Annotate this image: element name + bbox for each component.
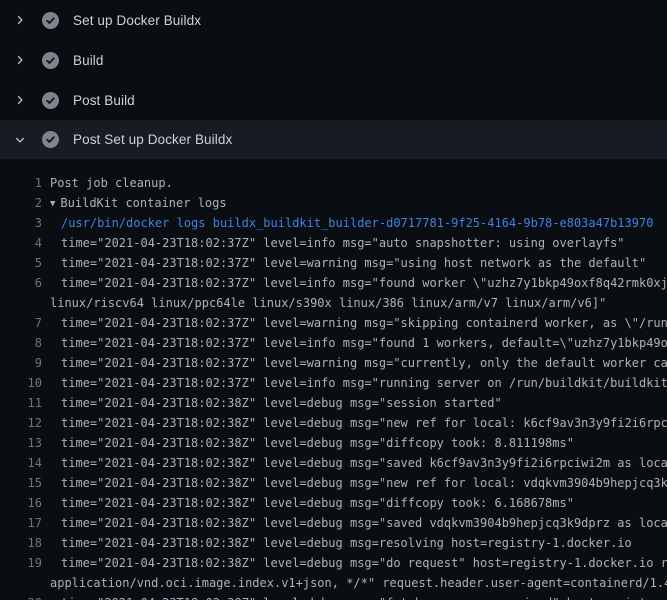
log-line: 5time="2021-04-23T18:02:37Z" level=warni…: [0, 253, 667, 273]
log-line: 7time="2021-04-23T18:02:37Z" level=warni…: [0, 313, 667, 333]
step-label: Set up Docker Buildx: [73, 13, 201, 28]
line-number[interactable]: 14: [0, 453, 42, 473]
line-number[interactable]: 9: [0, 353, 42, 373]
log-line-text: time="2021-04-23T18:02:38Z" level=debug …: [42, 513, 667, 533]
log-content: 1Post job cleanup.2 ▼ BuildKit container l…: [0, 159, 667, 600]
log-line: 20time="2021-04-23T18:02:38Z" level=debu…: [0, 593, 667, 600]
step-row-post-set-up-docker-buildx[interactable]: Post Set up Docker Buildx: [0, 120, 667, 159]
log-line: 16time="2021-04-23T18:02:38Z" level=debu…: [0, 493, 667, 513]
step-list: Set up Docker Buildx Build Post Build Post …: [0, 0, 667, 159]
chevron-right-icon[interactable]: [12, 52, 28, 68]
step-label: Build: [73, 53, 104, 68]
line-number[interactable]: 13: [0, 433, 42, 453]
line-number[interactable]: 18: [0, 533, 42, 553]
line-number[interactable]: 6: [0, 273, 42, 293]
log-line: 3/usr/bin/docker logs buildx_buildkit_bu…: [0, 213, 667, 233]
step-label: Post Build: [73, 93, 135, 108]
group-collapse-icon[interactable]: ▼: [50, 194, 55, 213]
log-line: 8time="2021-04-23T18:02:37Z" level=info …: [0, 333, 667, 353]
step-row-set-up-docker-buildx[interactable]: Set up Docker Buildx: [0, 0, 667, 40]
log-line-text: time="2021-04-23T18:02:38Z" level=debug …: [42, 533, 667, 553]
log-line-text: time="2021-04-23T18:02:37Z" level=info m…: [42, 373, 667, 393]
line-number[interactable]: 8: [0, 333, 42, 353]
log-line-text: time="2021-04-23T18:02:37Z" level=info m…: [42, 333, 667, 353]
line-number[interactable]: 4: [0, 233, 42, 253]
step-label: Post Set up Docker Buildx: [73, 132, 232, 147]
log-line-wrap: linux/riscv64 linux/ppc64le linux/s390x …: [0, 293, 667, 313]
line-number[interactable]: 7: [0, 313, 42, 333]
line-number[interactable]: 10: [0, 373, 42, 393]
line-number[interactable]: 3: [0, 213, 42, 233]
log-line-text: time="2021-04-23T18:02:38Z" level=debug …: [42, 553, 667, 573]
log-line: 19time="2021-04-23T18:02:38Z" level=debu…: [0, 553, 667, 573]
line-number: [0, 573, 42, 593]
log-line-text: linux/riscv64 linux/ppc64le linux/s390x …: [42, 293, 667, 313]
log-line-text: time="2021-04-23T18:02:37Z" level=info m…: [42, 273, 667, 293]
log-line-text: time="2021-04-23T18:02:38Z" level=debug …: [42, 593, 667, 600]
check-circle-icon: [42, 12, 59, 29]
log-line-text: time="2021-04-23T18:02:38Z" level=debug …: [42, 433, 667, 453]
log-line-text: time="2021-04-23T18:02:38Z" level=debug …: [42, 393, 667, 413]
log-line: 17time="2021-04-23T18:02:38Z" level=debu…: [0, 513, 667, 533]
log-line: 13time="2021-04-23T18:02:38Z" level=debu…: [0, 433, 667, 453]
line-number[interactable]: 12: [0, 413, 42, 433]
log-line: 2 ▼ BuildKit container logs: [0, 193, 667, 213]
check-circle-icon: [42, 52, 59, 69]
check-circle-icon: [42, 131, 59, 148]
log-line: 11time="2021-04-23T18:02:38Z" level=debu…: [0, 393, 667, 413]
actions-log-viewer: Set up Docker Buildx Build Post Build Post …: [0, 0, 667, 600]
log-line: 12time="2021-04-23T18:02:38Z" level=debu…: [0, 413, 667, 433]
log-line-text: time="2021-04-23T18:02:38Z" level=debug …: [42, 473, 667, 493]
line-number[interactable]: 20: [0, 593, 42, 600]
log-line-text: time="2021-04-23T18:02:37Z" level=warnin…: [42, 313, 667, 333]
log-command-text: /usr/bin/docker logs buildx_buildkit_bui…: [42, 213, 667, 233]
log-line-text: time="2021-04-23T18:02:38Z" level=debug …: [42, 413, 667, 433]
chevron-right-icon[interactable]: [12, 12, 28, 28]
log-line-text: time="2021-04-23T18:02:37Z" level=warnin…: [42, 253, 667, 273]
log-line-wrap: application/vnd.oci.image.index.v1+json,…: [0, 573, 667, 593]
line-number[interactable]: 19: [0, 553, 42, 573]
log-line: 14time="2021-04-23T18:02:38Z" level=debu…: [0, 453, 667, 473]
line-number[interactable]: 15: [0, 473, 42, 493]
log-line-text: application/vnd.oci.image.index.v1+json,…: [42, 573, 667, 593]
line-number[interactable]: 16: [0, 493, 42, 513]
line-number[interactable]: 11: [0, 393, 42, 413]
log-line-text: Post job cleanup.: [42, 173, 667, 193]
line-number: [0, 293, 42, 313]
log-line: 9time="2021-04-23T18:02:37Z" level=warni…: [0, 353, 667, 373]
step-row-build[interactable]: Build: [0, 40, 667, 80]
log-line: 18time="2021-04-23T18:02:38Z" level=debu…: [0, 533, 667, 553]
log-line: 4time="2021-04-23T18:02:37Z" level=info …: [0, 233, 667, 253]
line-number[interactable]: 5: [0, 253, 42, 273]
log-group-label: BuildKit container logs: [60, 196, 226, 210]
chevron-down-icon[interactable]: [12, 132, 28, 148]
line-number[interactable]: 2: [0, 193, 42, 213]
log-line: 1Post job cleanup.: [0, 173, 667, 193]
log-line: 6time="2021-04-23T18:02:37Z" level=info …: [0, 273, 667, 293]
check-circle-icon: [42, 92, 59, 109]
log-line-text: time="2021-04-23T18:02:38Z" level=debug …: [42, 493, 667, 513]
log-line-text: time="2021-04-23T18:02:38Z" level=debug …: [42, 453, 667, 473]
line-number[interactable]: 17: [0, 513, 42, 533]
line-number[interactable]: 1: [0, 173, 42, 193]
log-line-text: time="2021-04-23T18:02:37Z" level=info m…: [42, 233, 667, 253]
log-line: 15time="2021-04-23T18:02:38Z" level=debu…: [0, 473, 667, 493]
step-row-post-build[interactable]: Post Build: [0, 80, 667, 120]
log-line: 10time="2021-04-23T18:02:37Z" level=info…: [0, 373, 667, 393]
log-line-text: time="2021-04-23T18:02:37Z" level=warnin…: [42, 353, 667, 373]
chevron-right-icon[interactable]: [12, 92, 28, 108]
